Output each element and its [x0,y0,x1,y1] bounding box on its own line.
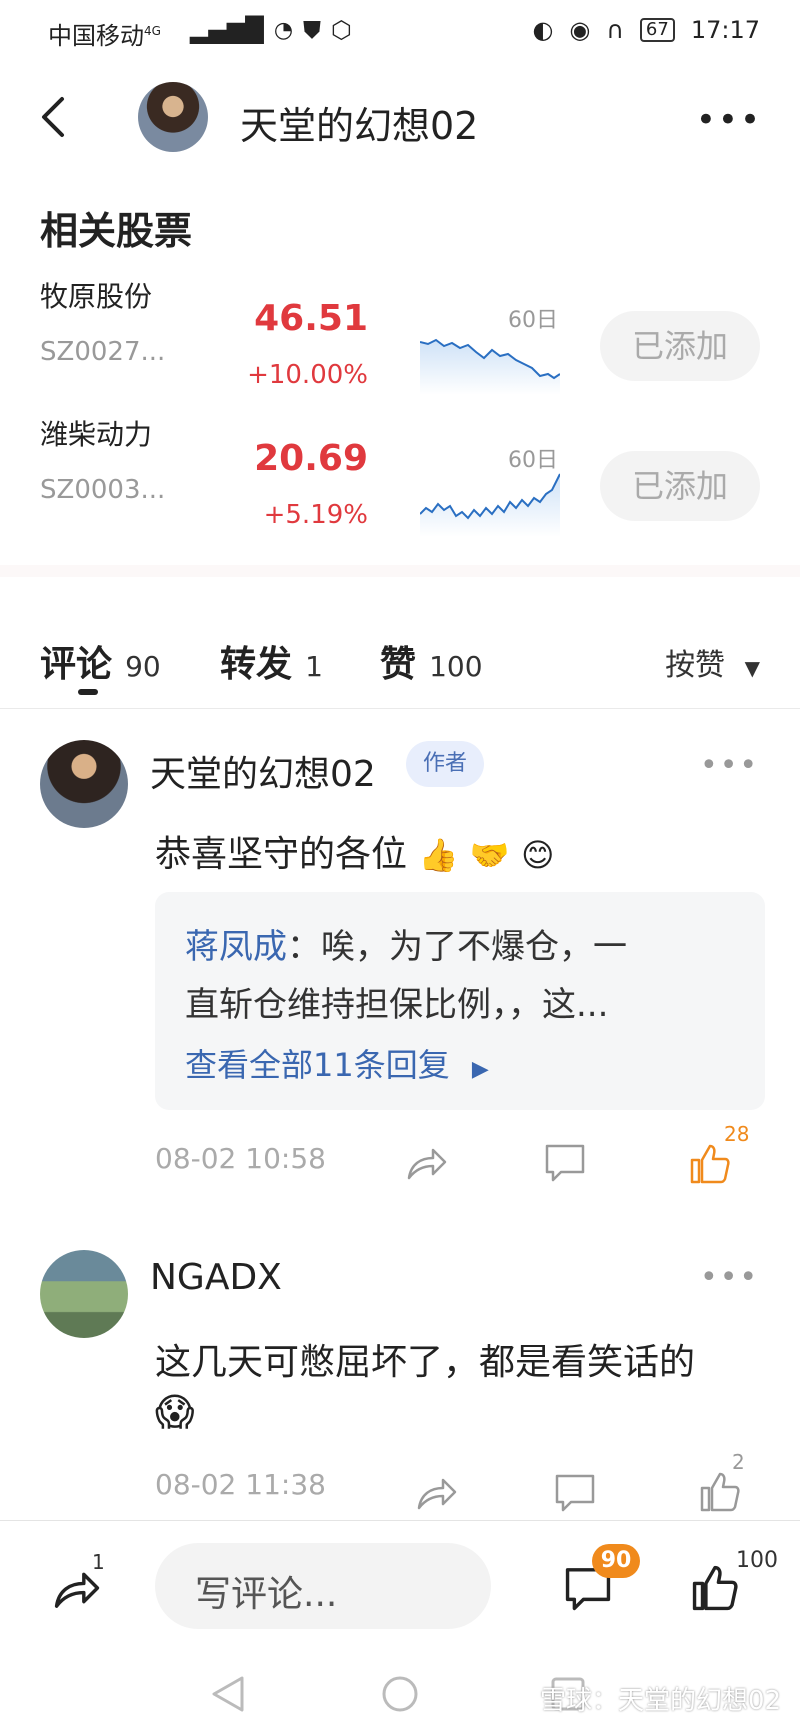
view-all-replies-link[interactable]: 查看全部11条回复 ▶ [185,1040,489,1086]
tab-count: 90 [125,650,161,683]
stock-change: +10.00% [247,360,368,390]
status-icons-left: ▂▄▆█ ◔ ⛊ ⬡ [190,16,352,44]
header-avatar[interactable] [138,82,208,152]
bottom-bar-divider [0,1520,800,1521]
reply-text: 蒋凤成：唉，为了不爆仓，一 [185,918,745,976]
more-icon: ••• [695,100,762,140]
reply-author[interactable]: 蒋凤成 [185,927,287,967]
watermark: 雪球：天堂的幻想02 [540,1686,782,1716]
like-icon[interactable] [698,1470,742,1514]
comment-input-placeholder: 写评论... [195,1574,338,1615]
clock: 17:17 [690,16,760,44]
commenter-name[interactable]: 天堂的幻想02 [150,745,376,797]
reply-line-1: ：唉，为了不爆仓，一 [287,927,627,967]
sort-label: 按赞 [665,648,726,683]
arrow-right-icon: ▶ [471,1057,489,1082]
nav-back-icon[interactable] [210,1674,246,1714]
app-icon: ⬡ [331,16,352,44]
comment-text: 这几天可憋屈坏了，都是看笑话的 [155,1342,696,1383]
signal-icon: ▂▄▆█ [190,16,264,44]
eye-icon: ◉ [569,16,591,44]
data-icon: ◐ [532,16,554,44]
commenter-avatar[interactable] [40,740,128,828]
like-count: 2 [732,1450,745,1474]
stock-name: 潍柴动力 [40,418,153,451]
wifi-icon: ◔ [273,17,294,43]
like-count: 28 [724,1122,750,1146]
author-badge: 作者 [406,741,484,787]
battery-indicator: 67 [639,18,675,42]
added-button[interactable]: 已添加 [600,451,760,521]
commenter-name[interactable]: NGADX [150,1257,282,1298]
tab-count: 100 [429,650,483,683]
like-total: 100 [736,1548,778,1573]
like-icon[interactable] [688,1142,732,1186]
like-icon[interactable] [690,1563,740,1613]
status-icons-right: ◐ ◉ ∩ 67 17:17 [532,16,760,44]
stock-price: 20.69 [254,438,368,479]
page-title: 天堂的幻想02 [240,104,479,148]
tab-label: 评论 [40,644,113,685]
commenter-avatar[interactable] [40,1250,128,1338]
headphone-icon: ∩ [606,16,624,44]
sparkline-chart [420,338,560,395]
carrier-label: 中国移动4G [48,16,161,51]
tab-likes[interactable]: 赞 100 [380,635,483,687]
stock-name: 牧原股份 [40,280,153,313]
crying-emoji-icon: 😱 [155,1390,195,1434]
comment-more-button[interactable]: ••• [700,748,759,783]
smile-emoji-icon: 😊 [521,836,555,874]
comment-more-button[interactable]: ••• [700,1260,759,1295]
comment-icon[interactable] [543,1140,587,1184]
back-icon [42,97,64,137]
thumbs-up-emoji-icon: 👍 [418,836,459,874]
sort-dropdown[interactable]: 按赞 ▼ [665,640,760,684]
carrier-text: 中国移动 [48,22,144,50]
tab-label: 转发 [220,644,293,685]
related-stocks-title: 相关股票 [40,209,193,253]
sparkline-chart [420,473,560,537]
stock-change: +5.19% [263,500,368,530]
reply-line-2: 直斩仓维持担保比例，，这... [185,985,609,1025]
sort-down-icon: ▼ [744,656,760,680]
handshake-emoji-icon: 🤝 [469,836,510,874]
comment-time: 08-02 10:58 [155,1142,326,1175]
comment-icon[interactable] [553,1470,597,1514]
comment-count-badge: 90 [592,1544,640,1578]
stock-row[interactable]: 牧原股份 SZ0027... [40,275,165,367]
status-bar: 中国移动4G ▂▄▆█ ◔ ⛊ ⬡ ◐ ◉ ∩ 67 17:17 [0,0,800,60]
stock-code: SZ0027... [40,337,166,367]
share-count: 1 [92,1550,105,1574]
share-icon[interactable] [415,1470,459,1514]
stock-row[interactable]: 潍柴动力 SZ0003... [40,413,165,505]
tab-label: 赞 [380,644,417,685]
shield-icon: ⛊ [303,16,322,44]
comment-time: 08-02 11:38 [155,1468,326,1501]
network-type: 4G [144,24,161,38]
comment-body: 恭喜坚守的各位 [155,834,408,875]
share-icon[interactable] [405,1140,449,1184]
view-all-replies-label: 查看全部11条回复 [185,1046,450,1084]
section-separator [0,565,800,577]
tab-comments[interactable]: 评论 90 [40,635,161,687]
more-icon: ••• [700,1260,760,1295]
more-icon: ••• [700,748,760,783]
comment-text: 恭喜坚守的各位 👍 🤝 😊 [155,825,554,877]
tabs-divider [0,708,800,709]
chart-period-label: 60日 [508,448,558,473]
more-button[interactable]: ••• [696,100,762,140]
back-button[interactable] [34,95,74,139]
stock-code: SZ0003... [40,475,166,505]
active-tab-indicator [78,689,98,695]
nav-home-icon[interactable] [380,1674,420,1714]
added-button[interactable]: 已添加 [600,311,760,381]
tab-count: 1 [305,650,323,683]
tab-reposts[interactable]: 转发 1 [220,635,323,687]
stock-price: 46.51 [254,298,368,339]
